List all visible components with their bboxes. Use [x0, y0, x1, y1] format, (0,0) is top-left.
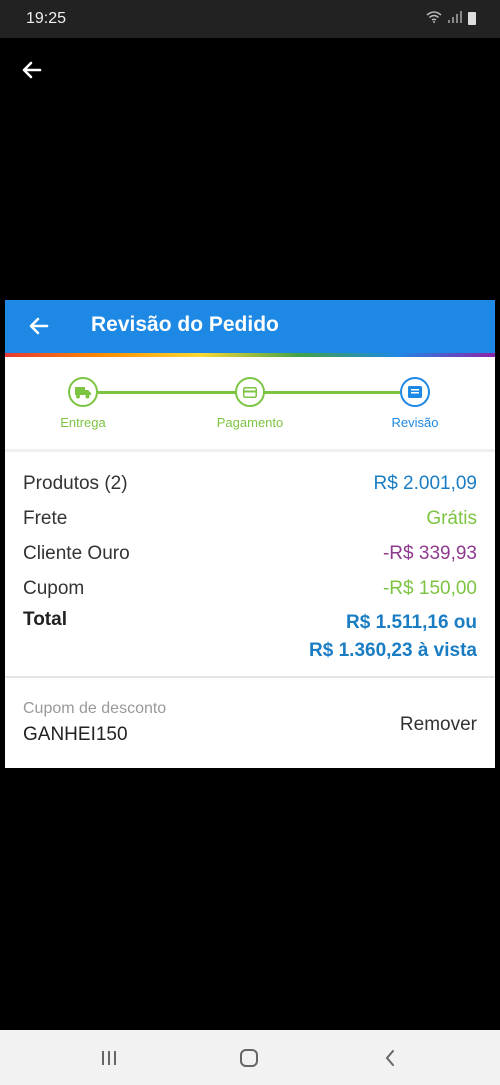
total-label: Total	[23, 609, 67, 630]
truck-icon	[75, 387, 91, 399]
home-button[interactable]	[237, 1046, 261, 1070]
total-installment-value: R$ 1.511,16 ou	[346, 612, 477, 633]
status-icons	[426, 11, 476, 26]
summary-row-shipping: Frete Grátis	[23, 501, 477, 536]
status-time: 19:25	[26, 10, 67, 27]
coupon-discount-value: -R$ 150,00	[382, 577, 477, 599]
step-entrega[interactable]	[68, 377, 98, 407]
list-icon	[408, 386, 422, 398]
summary-row-products: Produtos (2) R$ 2.001,09	[23, 466, 477, 501]
total-cash-value: R$ 1.360,23 à vista	[309, 640, 477, 661]
coupon-discount-label: Cupom	[23, 577, 85, 599]
order-summary: Produtos (2) R$ 2.001,09 Frete Grátis Cl…	[5, 452, 495, 678]
step-label-entrega: Entrega	[60, 415, 106, 430]
battery-icon	[468, 12, 476, 25]
step-pagamento[interactable]	[235, 377, 265, 407]
credit-card-icon	[243, 386, 257, 398]
summary-row-total: Total R$ 1.511,16 ou R$ 1.360,23 à vista	[23, 609, 477, 665]
app-bar: Revisão do Pedido	[5, 300, 495, 353]
back-nav-button[interactable]	[378, 1046, 402, 1070]
step-revisao[interactable]	[400, 377, 430, 407]
step-connector	[264, 391, 400, 394]
back-arrow-icon[interactable]	[18, 56, 46, 84]
back-arrow-icon	[29, 317, 49, 335]
wifi-icon	[426, 11, 442, 26]
home-icon	[240, 1049, 258, 1067]
gold-discount-label: Cliente Ouro	[23, 542, 130, 564]
gold-discount-value: -R$ 339,93	[382, 542, 477, 564]
summary-row-gold-discount: Cliente Ouro -R$ 339,93	[23, 536, 477, 571]
remove-coupon-button[interactable]: Remover	[400, 714, 477, 736]
system-nav-bar	[0, 1030, 500, 1085]
shipping-label: Frete	[23, 507, 68, 529]
recent-apps-icon	[102, 1051, 116, 1065]
summary-row-coupon: Cupom -R$ 150,00	[23, 571, 477, 606]
signal-icon	[448, 11, 462, 26]
chevron-left-icon	[385, 1050, 394, 1066]
page-title: Revisão do Pedido	[91, 313, 279, 336]
coupon-section: Cupom de desconto GANHEI150 Remover	[5, 678, 495, 768]
checkout-stepper: Entrega Pagamento Revisão	[5, 357, 495, 452]
step-connector	[98, 391, 238, 394]
products-value: R$ 2.001,09	[373, 472, 477, 494]
status-bar: 19:25	[0, 0, 500, 38]
shipping-value: Grátis	[426, 507, 477, 529]
recent-apps-button[interactable]	[97, 1046, 121, 1070]
step-label-pagamento: Pagamento	[216, 415, 284, 430]
step-label-revisao: Revisão	[391, 415, 439, 430]
order-review-card: Revisão do Pedido Entrega Pagamento Revi…	[5, 300, 495, 768]
back-button[interactable]	[25, 312, 53, 340]
total-values: R$ 1.511,16 ou R$ 1.360,23 à vista	[309, 609, 477, 665]
products-label: Produtos (2)	[23, 472, 128, 494]
